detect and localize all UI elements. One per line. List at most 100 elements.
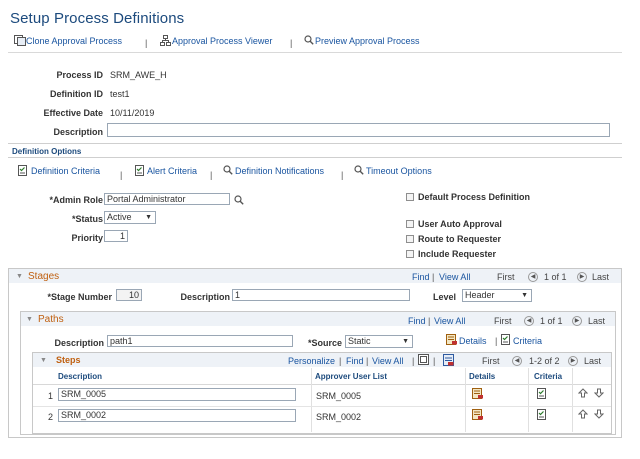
priority-label: Priority — [71, 233, 103, 243]
stage-description-label: Description — [180, 292, 230, 302]
user-auto-approval-label: User Auto Approval — [418, 219, 502, 229]
dropdown-arrow-icon: ▼ — [521, 292, 528, 299]
download-icon[interactable] — [443, 354, 454, 366]
toolbar-separator: | — [290, 38, 293, 48]
criteria-icon[interactable] — [537, 409, 547, 420]
include-requester-checkbox[interactable] — [406, 250, 414, 258]
path-criteria-link[interactable]: Criteria — [513, 336, 542, 346]
clone-approval-process-link[interactable]: Clone Approval Process — [26, 36, 122, 46]
path-description-input[interactable]: path1 — [107, 335, 293, 347]
timeout-options-link[interactable]: Timeout Options — [366, 166, 432, 176]
process-id-value: SRM_AWE_H — [110, 70, 167, 80]
column-header-description: Description — [58, 372, 103, 381]
steps-personalize-link[interactable]: Personalize — [288, 356, 335, 366]
move-up-icon[interactable] — [578, 409, 588, 419]
definition-id-label: Definition ID — [50, 89, 103, 99]
step-description-input[interactable]: SRM_0002 — [58, 409, 296, 422]
criteria-icon[interactable] — [537, 388, 547, 399]
source-label: *Source — [307, 338, 342, 348]
steps-last[interactable]: Last — [584, 356, 601, 366]
details-icon[interactable] — [472, 409, 484, 420]
divider — [8, 157, 622, 158]
steps-separator: | — [433, 356, 436, 366]
approver-user-list-value: SRM_0005 — [316, 391, 362, 401]
options-separator: | — [210, 170, 213, 180]
effective-date-value: 10/11/2019 — [110, 108, 155, 118]
stages-next-icon[interactable]: ▶ — [577, 272, 587, 282]
stages-view-all-link[interactable]: View All — [439, 272, 470, 282]
route-to-requester-checkbox[interactable] — [406, 235, 414, 243]
collapse-icon[interactable]: ▼ — [40, 357, 47, 364]
level-select[interactable]: Header ▼ — [462, 289, 532, 302]
definition-id-value: test1 — [110, 89, 130, 99]
stages-prev-icon[interactable]: ◀ — [528, 272, 538, 282]
steps-view-all-link[interactable]: View All — [372, 356, 403, 366]
paths-last[interactable]: Last — [588, 316, 605, 326]
paths-title: Paths — [38, 314, 64, 325]
header-divider — [33, 384, 611, 385]
details-icon — [446, 334, 458, 345]
options-separator: | — [120, 170, 123, 180]
route-to-requester-label: Route to Requester — [418, 234, 502, 244]
paths-view-all-link[interactable]: View All — [434, 316, 465, 326]
lookup-icon[interactable] — [234, 195, 244, 205]
paths-first[interactable]: First — [494, 316, 512, 326]
steps-prev-icon[interactable]: ◀ — [512, 356, 522, 366]
definition-criteria-link[interactable]: Definition Criteria — [31, 166, 100, 176]
stage-number-input[interactable]: 10 — [116, 289, 142, 301]
paths-prev-icon[interactable]: ◀ — [524, 316, 534, 326]
level-label: Level — [432, 292, 456, 302]
collapse-icon[interactable]: ▼ — [16, 273, 23, 280]
steps-separator: | — [412, 356, 415, 366]
preview-approval-process-link[interactable]: Preview Approval Process — [315, 36, 420, 46]
path-details-link[interactable]: Details — [459, 336, 487, 346]
priority-input[interactable]: 1 — [104, 230, 128, 242]
criteria-icon — [18, 165, 28, 176]
move-down-icon[interactable] — [594, 409, 604, 419]
definition-notifications-link[interactable]: Definition Notifications — [235, 166, 324, 176]
paths-separator: | — [428, 316, 431, 326]
description-input[interactable] — [107, 123, 610, 137]
steps-next-icon[interactable]: ▶ — [568, 356, 578, 366]
stages-first[interactable]: First — [497, 272, 515, 282]
move-down-icon[interactable] — [594, 388, 604, 398]
alert-criteria-link[interactable]: Alert Criteria — [147, 166, 197, 176]
paths-find-link[interactable]: Find — [408, 316, 426, 326]
admin-role-label: *Admin Role — [49, 195, 103, 205]
stages-title: Stages — [28, 271, 60, 282]
process-id-label: Process ID — [56, 70, 103, 80]
stage-description-input[interactable]: 1 — [232, 289, 410, 301]
steps-find-link[interactable]: Find — [346, 356, 364, 366]
description-label: Description — [53, 127, 103, 137]
page-title: Setup Process Definitions — [10, 10, 185, 27]
definition-options-heading: Definition Options — [12, 147, 82, 156]
paths-next-icon[interactable]: ▶ — [572, 316, 582, 326]
collapse-icon[interactable]: ▼ — [26, 316, 33, 323]
source-selected-value: Static — [348, 336, 371, 346]
options-separator: | — [341, 170, 344, 180]
approver-user-list-value: SRM_0002 — [316, 412, 362, 422]
steps-first[interactable]: First — [482, 356, 500, 366]
level-selected-value: Header — [465, 290, 495, 300]
approval-process-viewer-link[interactable]: Approval Process Viewer — [172, 36, 272, 46]
stages-find-link[interactable]: Find — [412, 272, 430, 282]
stages-last[interactable]: Last — [592, 272, 609, 282]
clone-icon — [14, 35, 26, 46]
details-icon[interactable] — [472, 388, 484, 399]
status-label: *Status — [71, 214, 103, 224]
status-selected-value: Active — [107, 212, 132, 222]
steps-separator: | — [366, 356, 369, 366]
column-header-details: Details — [469, 372, 496, 381]
source-select[interactable]: Static ▼ — [345, 335, 413, 348]
path-description-label: Description — [54, 338, 104, 348]
zoom-icon[interactable] — [418, 354, 429, 365]
admin-role-input[interactable]: Portal Administrator — [104, 193, 230, 205]
status-select[interactable]: Active ▼ — [104, 211, 156, 224]
magnifier-icon — [304, 35, 314, 45]
move-up-icon[interactable] — [578, 388, 588, 398]
user-auto-approval-checkbox[interactable] — [406, 220, 414, 228]
criteria-icon — [501, 334, 511, 345]
step-description-input[interactable]: SRM_0005 — [58, 388, 296, 401]
default-process-definition-checkbox[interactable] — [406, 193, 414, 201]
dropdown-arrow-icon: ▼ — [145, 214, 152, 221]
